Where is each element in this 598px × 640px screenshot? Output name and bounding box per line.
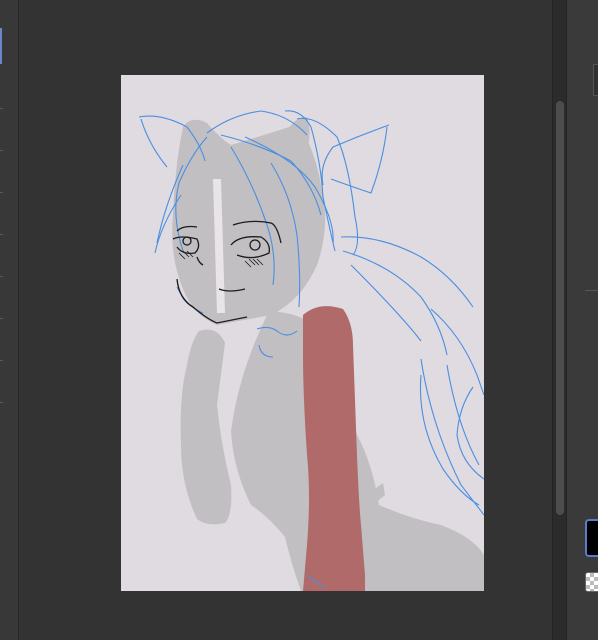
transparent-checker-icon[interactable] [585, 572, 598, 592]
dock-separator [585, 290, 598, 291]
tool-separator [0, 234, 3, 235]
tool-separator [0, 318, 3, 319]
active-tool-indicator[interactable] [0, 28, 2, 64]
tool-separator [0, 360, 3, 361]
right-dock-panel [566, 0, 598, 640]
tool-separator [0, 402, 3, 403]
tool-strip [0, 0, 19, 640]
tool-separator [0, 108, 3, 109]
drawing-canvas[interactable] [121, 75, 484, 591]
dock-field[interactable] [593, 64, 598, 96]
canvas-workspace[interactable] [19, 0, 552, 640]
vertical-scrollbar[interactable] [552, 0, 567, 640]
tool-separator [0, 276, 3, 277]
app-window [0, 0, 598, 640]
tool-separator [0, 150, 3, 151]
red-strap [303, 306, 365, 591]
scrollbar-thumb[interactable] [556, 101, 564, 515]
main-color-swatch[interactable] [585, 519, 598, 557]
tool-separator [0, 192, 3, 193]
